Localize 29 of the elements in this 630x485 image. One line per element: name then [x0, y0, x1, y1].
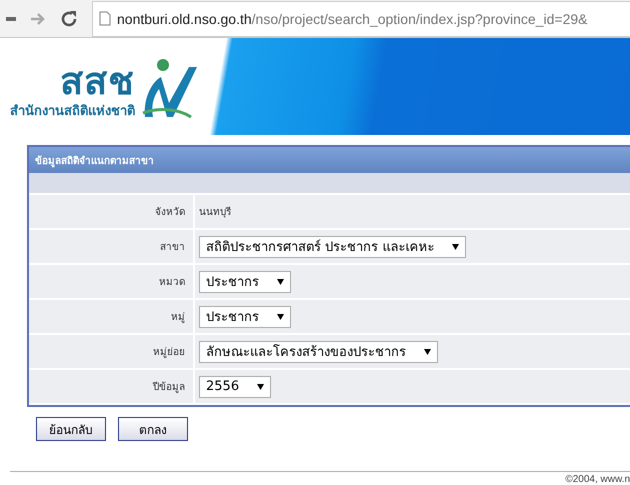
form-button[interactable]: ย้อนกลับ — [36, 417, 106, 441]
dropdown[interactable]: ลักษณะและโครงสร้างของประชากร — [199, 340, 438, 362]
reload-icon[interactable] — [60, 10, 78, 28]
form-button[interactable]: ตกลง — [118, 417, 188, 441]
caret-icon — [257, 384, 264, 390]
field-label: หมู่ย่อย — [29, 335, 195, 368]
page-icon — [99, 11, 111, 26]
back-icon[interactable] — [6, 16, 16, 21]
field-label: ปีข้อมูล — [29, 370, 195, 403]
logo-subtitle: สำนักงานสถิติแห่งชาติ — [10, 103, 135, 121]
url-path: /nso/project/search_option/index.jsp?province_id=29& — [252, 10, 588, 27]
dropdown[interactable]: ประชากร — [199, 306, 291, 328]
url-host: nontburi.old.nso.go.th — [117, 10, 252, 27]
field-label: หมู่ — [29, 300, 195, 333]
dropdown[interactable]: สถิติประชากรศาสตร์ ประชากร และเคหะ — [199, 236, 466, 258]
caret-icon — [277, 278, 284, 284]
field-label: จังหวัด — [29, 195, 195, 228]
logo-letters: สสช — [60, 62, 135, 100]
caret-icon — [277, 314, 284, 320]
field-label: สาขา — [29, 230, 195, 263]
field-value: นนทบุรี — [199, 206, 231, 219]
address-bar[interactable]: nontburi.old.nso.go.th/nso/project/search_option/index.jsp?province_id=29& — [92, 0, 630, 37]
caret-icon — [452, 244, 460, 250]
dropdown[interactable]: ประชากร — [199, 270, 291, 292]
dropdown[interactable]: 2556 — [199, 376, 272, 398]
field-label: หมวด — [29, 265, 195, 298]
copyright-text: ©2004, www.n — [565, 473, 630, 485]
caret-icon — [424, 348, 431, 354]
panel-title: ข้อมูลสถิติจำแนกตามสาขา — [29, 147, 630, 173]
